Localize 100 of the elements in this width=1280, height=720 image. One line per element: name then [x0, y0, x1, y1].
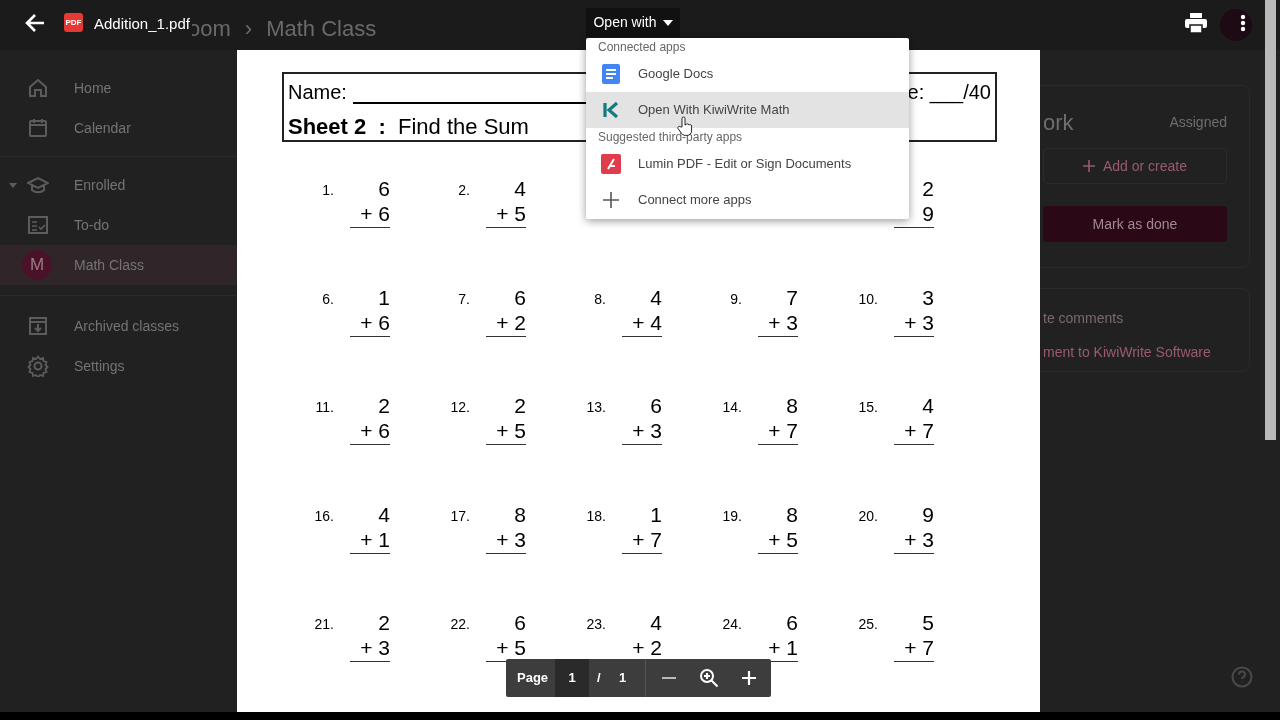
problem-number: 23. — [585, 615, 607, 635]
add-or-create-button[interactable]: Add or create — [1043, 148, 1227, 184]
problem-number: 1. — [321, 181, 335, 200]
problem-number: 20. — [857, 506, 879, 526]
addend: + 3 — [496, 528, 526, 551]
plus-icon — [1082, 160, 1095, 172]
sheet-title: Sheet 2 : Find the Sum — [288, 113, 529, 141]
problem-number: 22. — [449, 615, 471, 635]
problem-number: 7. — [457, 289, 471, 309]
addend: 2 — [922, 178, 934, 200]
addend: 6 — [650, 395, 662, 418]
class-name[interactable]: Math Class — [266, 12, 377, 45]
problem-number: 17. — [449, 506, 471, 526]
addend: + 4 — [632, 311, 662, 334]
docs-icon — [601, 64, 621, 84]
problem-number: 19. — [721, 506, 743, 526]
addend: + 5 — [496, 203, 526, 225]
problem-number: 12. — [449, 398, 471, 418]
addend: + 7 — [904, 637, 934, 660]
problem-number: 21. — [313, 615, 335, 635]
addend: 4 — [922, 395, 934, 418]
problem-number: 9. — [729, 289, 743, 309]
back-icon[interactable] — [24, 12, 46, 34]
addend: + 6 — [360, 311, 390, 334]
addend: + 5 — [496, 637, 526, 660]
problem-number: 2. — [457, 181, 471, 200]
addend: + 3 — [632, 420, 662, 443]
problem-number: 18. — [585, 506, 607, 526]
addend: 8 — [786, 395, 798, 418]
addend: + 5 — [768, 528, 798, 551]
addend: 5 — [922, 612, 934, 635]
addend: + 3 — [904, 311, 934, 334]
checklist-icon — [27, 214, 49, 236]
addend: 9 — [922, 203, 934, 225]
problem-number: 14. — [721, 398, 743, 418]
separator: / — [597, 669, 602, 688]
addend: 6 — [514, 612, 526, 635]
addend: + 1 — [768, 637, 798, 660]
addend: + 2 — [632, 637, 662, 660]
page-label: Page — [517, 669, 550, 688]
addend: 1 — [650, 503, 662, 526]
addend: 8 — [514, 503, 526, 526]
addend: 9 — [922, 503, 934, 526]
problem-number: 25. — [857, 615, 879, 635]
addend: + 1 — [360, 528, 390, 551]
comment-link[interactable]: ment to KiwiWrite Software — [1043, 342, 1249, 363]
print-icon[interactable] — [1185, 13, 1207, 33]
scrollbar[interactable] — [1265, 0, 1276, 440]
addend: 4 — [378, 503, 390, 526]
problem-number: 13. — [585, 398, 607, 418]
calendar-icon — [27, 117, 49, 139]
addend: 4 — [650, 286, 662, 309]
problem-number: 16. — [313, 506, 335, 526]
problem-number: 15. — [857, 398, 879, 418]
home-icon — [27, 77, 49, 99]
section-heading: Connected apps — [597, 39, 687, 56]
problem-number: 10. — [857, 289, 879, 309]
menu-item[interactable]: Lumin PDF - Edit or Sign Documents — [586, 146, 909, 182]
open-with-button[interactable]: Open with — [586, 8, 680, 37]
addend: + 2 — [496, 311, 526, 334]
zoom-icon[interactable] — [699, 668, 719, 688]
addend: 7 — [786, 286, 798, 309]
addend: 2 — [378, 612, 390, 635]
mark-as-done-button[interactable]: Mark as done — [1043, 206, 1227, 242]
menu-item[interactable]: Connect more apps — [586, 182, 909, 218]
problem-number: 11. — [314, 398, 335, 418]
sidebar-item[interactable]: M Math Class — [0, 245, 237, 285]
status-label: Assigned — [1169, 113, 1227, 132]
problem-number: 6. — [321, 289, 335, 309]
letter-k-icon — [601, 100, 621, 120]
pdf-badge: PDF — [64, 13, 83, 32]
plus-icon — [601, 190, 621, 210]
settings-icon — [27, 355, 49, 377]
menu-item[interactable]: Google Docs — [586, 56, 909, 92]
problem-number: 24. — [721, 615, 743, 635]
addend: 6 — [514, 286, 526, 309]
addend: 8 — [786, 503, 798, 526]
caret-icon — [662, 19, 673, 26]
addend: + 3 — [360, 637, 390, 660]
addend: 4 — [514, 178, 526, 200]
addend: + 5 — [496, 420, 526, 443]
separator: › — [244, 15, 253, 43]
name-label: Name: — [288, 80, 347, 105]
addend: 4 — [650, 612, 662, 635]
more-icon[interactable] — [1240, 14, 1246, 32]
addend: + 6 — [360, 420, 390, 443]
caret-icon — [9, 183, 17, 188]
archive-icon — [27, 315, 49, 337]
addend: 2 — [514, 395, 526, 418]
problem-number: 8. — [593, 289, 607, 309]
page-number-field[interactable]: 1 — [555, 659, 589, 697]
class-avatar: M — [22, 250, 52, 280]
addend: 6 — [786, 612, 798, 635]
addend: + 7 — [904, 420, 934, 443]
addend: + 7 — [768, 420, 798, 443]
zoom-in-icon[interactable] — [741, 670, 757, 686]
addend: 3 — [922, 286, 934, 309]
addend: 1 — [378, 286, 390, 309]
addend: 6 — [378, 178, 390, 200]
addend: + 7 — [632, 528, 662, 551]
